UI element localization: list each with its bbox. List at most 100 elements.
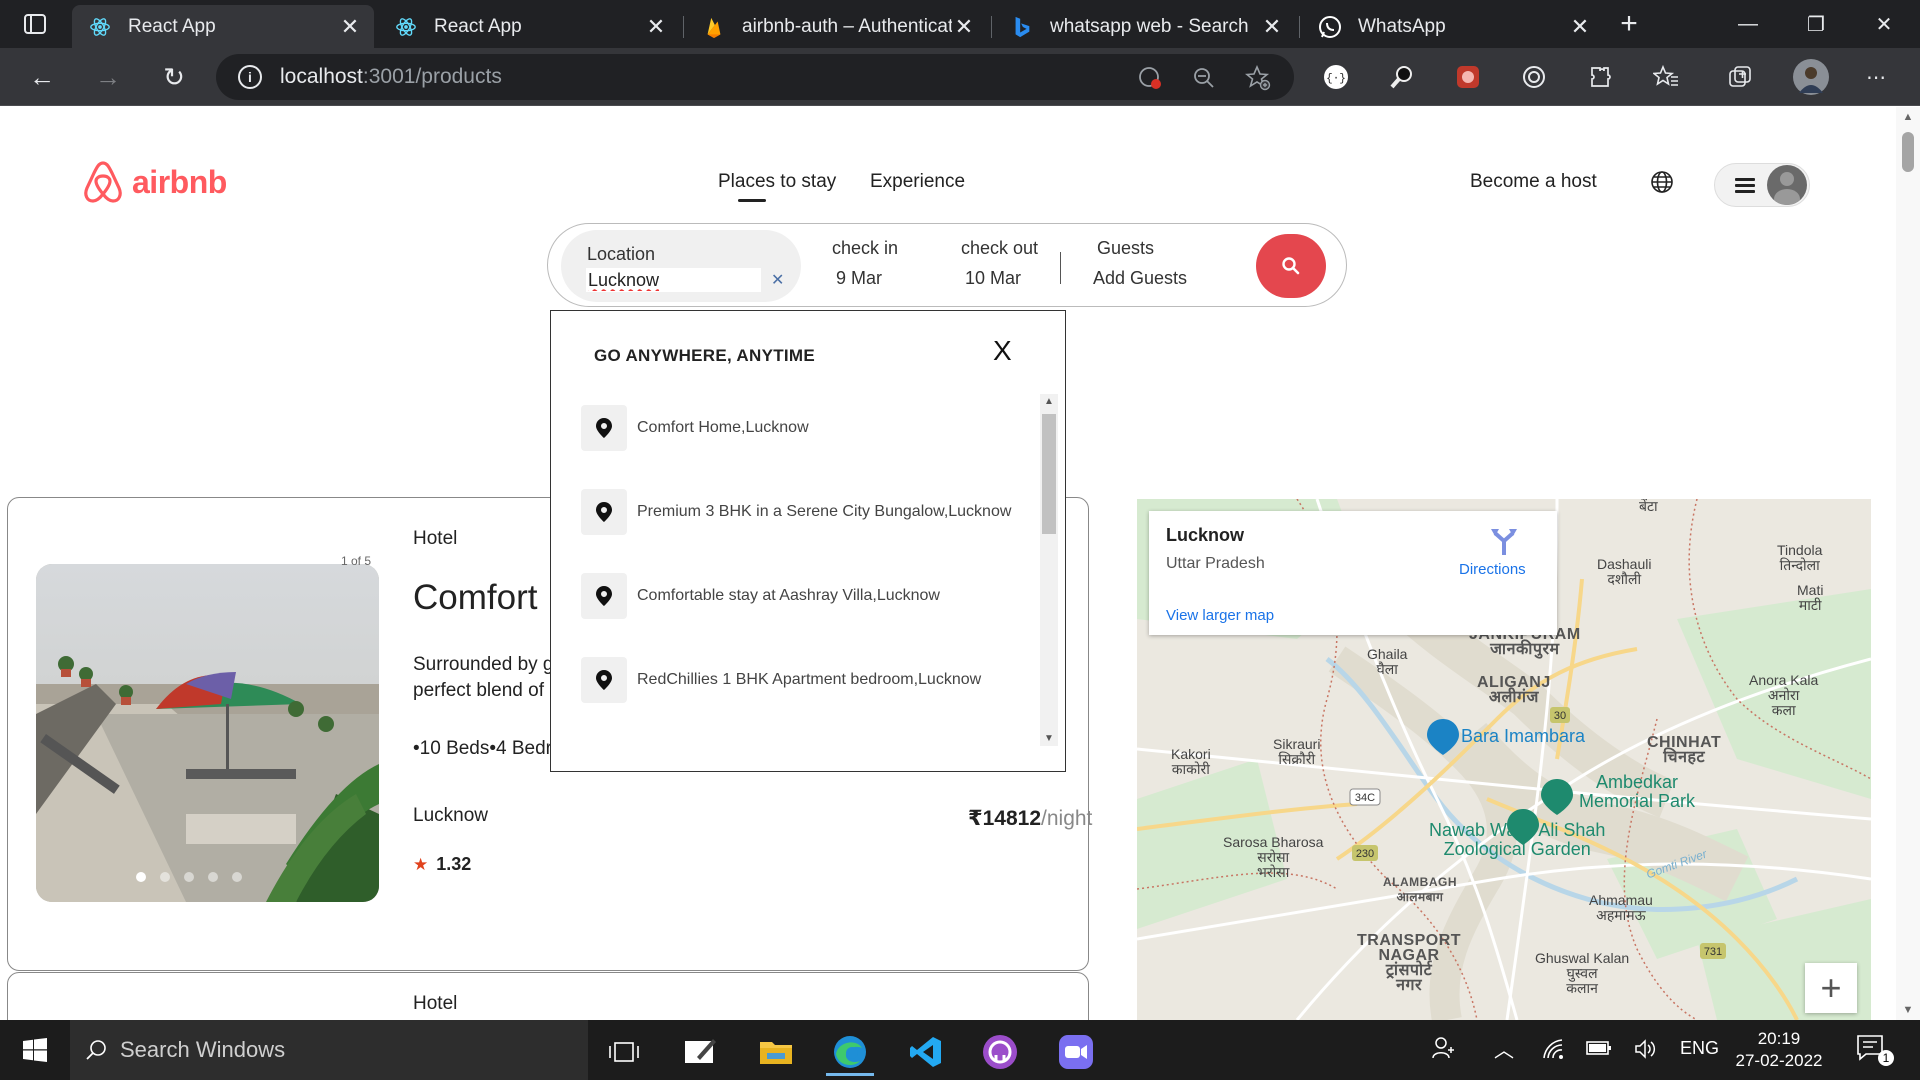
show-hidden-icons-chevron-icon[interactable]: ︿ — [1494, 1034, 1514, 1063]
close-tab-icon[interactable]: ✕ — [644, 14, 668, 40]
guests-label[interactable]: Guests — [1097, 238, 1154, 259]
windows-search-box[interactable]: Search Windows — [70, 1020, 588, 1080]
notifications-icon[interactable]: 1 — [1856, 1034, 1896, 1068]
map-label-ambedkar-park[interactable]: Ambedkar Memorial Park — [1579, 773, 1695, 811]
tab-title: WhatsApp — [1358, 15, 1446, 37]
zoom-app-icon[interactable] — [1048, 1028, 1104, 1076]
browser-tab-react-app-2[interactable]: React App ✕ — [378, 5, 680, 48]
edge-browser-icon[interactable] — [822, 1028, 878, 1076]
wifi-icon[interactable] — [1542, 1038, 1566, 1065]
close-tab-icon[interactable]: ✕ — [1568, 14, 1592, 40]
scroll-up-arrow[interactable]: ▲ — [1896, 111, 1920, 123]
suggestion-item[interactable]: Comfort Home,Lucknow — [581, 405, 1021, 451]
battery-icon[interactable] — [1586, 1038, 1612, 1063]
site-info-icon[interactable]: i — [238, 65, 262, 89]
extension-puzzle-red-icon[interactable] — [1452, 61, 1484, 93]
extensions-icon[interactable] — [1584, 61, 1616, 93]
address-bar[interactable]: i localhost:3001/products — [216, 54, 1294, 100]
listing-card[interactable]: Hotel — [7, 972, 1089, 1020]
task-view-icon[interactable] — [596, 1028, 652, 1076]
guests-value[interactable]: Add Guests — [1093, 268, 1187, 289]
close-tab-icon[interactable]: ✕ — [1260, 14, 1284, 40]
user-avatar — [1767, 165, 1807, 205]
suggestion-item[interactable]: Premium 3 BHK in a Serene City Bungalow,… — [581, 489, 1021, 535]
profile-menu-button[interactable] — [1714, 163, 1810, 207]
carousel-dot[interactable] — [208, 872, 218, 882]
file-explorer-icon[interactable] — [748, 1028, 804, 1076]
back-button[interactable]: ← — [22, 58, 62, 96]
directions-link[interactable]: Directions — [1459, 561, 1526, 578]
page-scrollbar[interactable]: ▲ ▼ — [1896, 107, 1920, 1020]
globe-icon[interactable] — [1650, 170, 1674, 194]
checkin-value[interactable]: 9 Mar — [836, 268, 882, 289]
checkout-value[interactable]: 10 Mar — [965, 268, 1021, 289]
scroll-down-arrow[interactable]: ▼ — [1040, 733, 1058, 744]
tracking-prevention-icon[interactable] — [1136, 64, 1164, 92]
vscode-icon[interactable] — [898, 1028, 954, 1076]
add-favorite-icon[interactable] — [1244, 64, 1272, 92]
people-icon[interactable] — [1432, 1036, 1456, 1065]
dropdown-scrollbar[interactable]: ▲ ▼ — [1040, 394, 1058, 746]
new-tab-button[interactable]: + — [1612, 6, 1646, 42]
carousel-dot[interactable] — [160, 872, 170, 882]
whiteboard-app-icon[interactable] — [672, 1028, 728, 1076]
close-tab-icon[interactable]: ✕ — [338, 14, 362, 40]
volume-icon[interactable] — [1634, 1038, 1658, 1065]
checkout-label[interactable]: check out — [961, 238, 1038, 259]
clear-location-icon[interactable]: ✕ — [771, 270, 784, 290]
carousel-dot[interactable] — [232, 872, 242, 882]
suggestion-item[interactable]: RedChillies 1 BHK Apartment bedroom,Luck… — [581, 657, 1021, 703]
input-language[interactable]: ENG — [1680, 1038, 1719, 1059]
view-larger-map-link[interactable]: View larger map — [1166, 607, 1274, 624]
map-label-zoological-garden[interactable]: Nawab Wajid Ali Shah Zoological Garden — [1429, 821, 1605, 859]
scrollbar-thumb[interactable] — [1042, 414, 1056, 534]
browser-tab-react-app-1[interactable]: React App ✕ — [72, 5, 374, 48]
scroll-down-arrow[interactable]: ▼ — [1896, 1004, 1920, 1016]
dropdown-close-button[interactable]: X — [993, 335, 1012, 367]
restore-button[interactable]: ❐ — [1782, 0, 1850, 48]
map-label-text: Ghaila — [1367, 646, 1408, 662]
nav-places-to-stay[interactable]: Places to stay — [718, 171, 836, 193]
become-host-link[interactable]: Become a host — [1470, 171, 1597, 193]
google-map[interactable]: 30 34C 230 731 बेंटा Dashauli दशौली Tindo… — [1137, 499, 1871, 1020]
close-tab-icon[interactable]: ✕ — [952, 14, 976, 40]
map-label-bara-imambara[interactable]: Bara Imambara — [1461, 727, 1585, 745]
scrollbar-thumb[interactable] — [1902, 132, 1914, 172]
airbnb-logo[interactable]: airbnb — [82, 159, 227, 205]
browser-tab-whatsapp[interactable]: WhatsApp ✕ — [1302, 5, 1604, 48]
location-field[interactable]: Location ✕ — [561, 230, 801, 302]
directions-icon[interactable] — [1491, 527, 1517, 555]
profile-avatar[interactable] — [1792, 58, 1830, 96]
checkin-label[interactable]: check in — [832, 238, 898, 259]
search-button[interactable] — [1256, 234, 1326, 298]
listing-photo[interactable] — [36, 564, 379, 902]
settings-more-icon[interactable]: ⋯ — [1860, 61, 1892, 93]
zoom-out-icon[interactable] — [1190, 64, 1218, 92]
scroll-up-arrow[interactable]: ▲ — [1040, 396, 1058, 407]
forward-button[interactable]: → — [88, 58, 128, 96]
suggestion-item[interactable]: Comfortable stay at Aashray Villa,Luckno… — [581, 573, 1021, 619]
extension-target-icon[interactable] — [1518, 61, 1550, 93]
location-input[interactable] — [586, 268, 761, 292]
carousel-dot[interactable] — [184, 872, 194, 882]
map-zoom-in-button[interactable]: + — [1805, 963, 1857, 1013]
extension-code-icon[interactable]: {·} — [1320, 61, 1352, 93]
nav-experience[interactable]: Experience — [870, 171, 965, 193]
favorites-icon[interactable] — [1650, 61, 1682, 93]
location-label: Location — [587, 244, 656, 264]
start-button[interactable] — [0, 1020, 70, 1080]
photo-carousel-dots[interactable] — [136, 872, 242, 882]
minimize-button[interactable]: — — [1714, 0, 1782, 48]
system-clock[interactable]: 20:19 27-02-2022 — [1734, 1028, 1824, 1072]
close-window-button[interactable]: ✕ — [1850, 0, 1918, 48]
extension-magnifier-icon[interactable] — [1386, 61, 1418, 93]
refresh-button[interactable]: ↻ — [154, 58, 194, 96]
listing-title[interactable]: Comfort H — [413, 578, 572, 618]
browser-tab-firebase[interactable]: airbnb-auth – Authenticati ✕ — [686, 5, 988, 48]
map-label-text: काकोरी — [1171, 761, 1210, 777]
github-desktop-icon[interactable] — [972, 1028, 1028, 1076]
collections-icon[interactable] — [1724, 61, 1756, 93]
carousel-dot[interactable] — [136, 872, 146, 882]
browser-tab-bing[interactable]: whatsapp web - Search ✕ — [994, 5, 1296, 48]
tab-actions-button[interactable] — [0, 0, 70, 48]
